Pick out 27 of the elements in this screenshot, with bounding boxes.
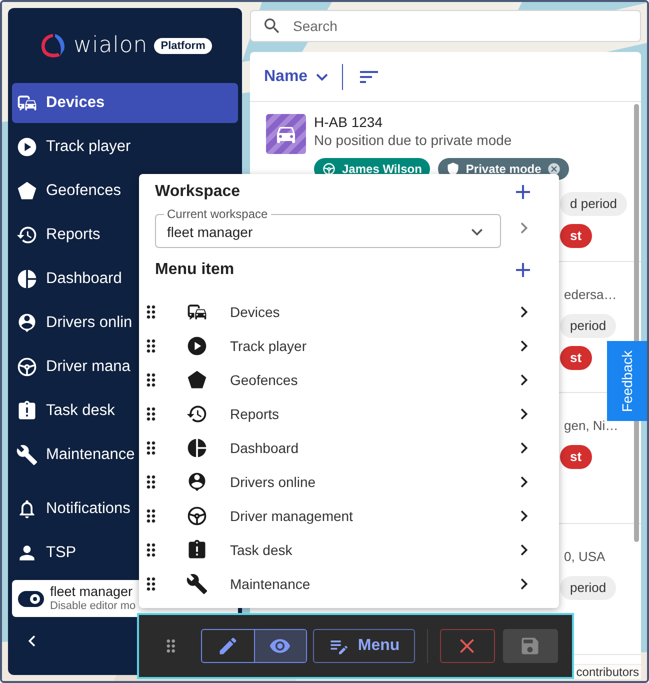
field-label: Current workspace xyxy=(166,208,269,221)
device-tag: st xyxy=(560,224,592,248)
device-address: edersa… xyxy=(563,286,618,304)
device-tag: period xyxy=(560,576,616,600)
device-tag: st xyxy=(560,346,592,370)
section-title: Menu item xyxy=(155,261,234,279)
menu-item-label: Drivers online xyxy=(230,474,317,490)
menu-item-label: Geofences xyxy=(230,372,299,388)
device-tag: st xyxy=(560,445,592,469)
menu-item-label: Task desk xyxy=(230,542,294,558)
field-value: fleet manager xyxy=(167,224,253,240)
menu-item-label: Reports xyxy=(230,406,280,422)
device-address: 0, USA xyxy=(563,548,606,566)
section-title: Workspace xyxy=(155,183,240,201)
workspace-name: fleet manager xyxy=(50,585,134,600)
brand-name: wialon xyxy=(74,33,148,58)
device-status: No position due to private mode xyxy=(314,132,512,148)
platform-badge: Platform xyxy=(154,38,212,54)
device-tag: period xyxy=(560,314,616,338)
device-name: H-AB 1234 xyxy=(314,114,384,130)
device-tag: d period xyxy=(560,192,627,216)
menu-item-label: Devices xyxy=(230,304,281,320)
menu-item-label: Driver management xyxy=(230,508,354,524)
workspace-action: Disable editor mo xyxy=(50,600,136,612)
menu-item-label: Dashboard xyxy=(230,440,300,456)
menu-item-label: Track player xyxy=(230,338,308,354)
map-attribution: contributors xyxy=(574,665,641,679)
